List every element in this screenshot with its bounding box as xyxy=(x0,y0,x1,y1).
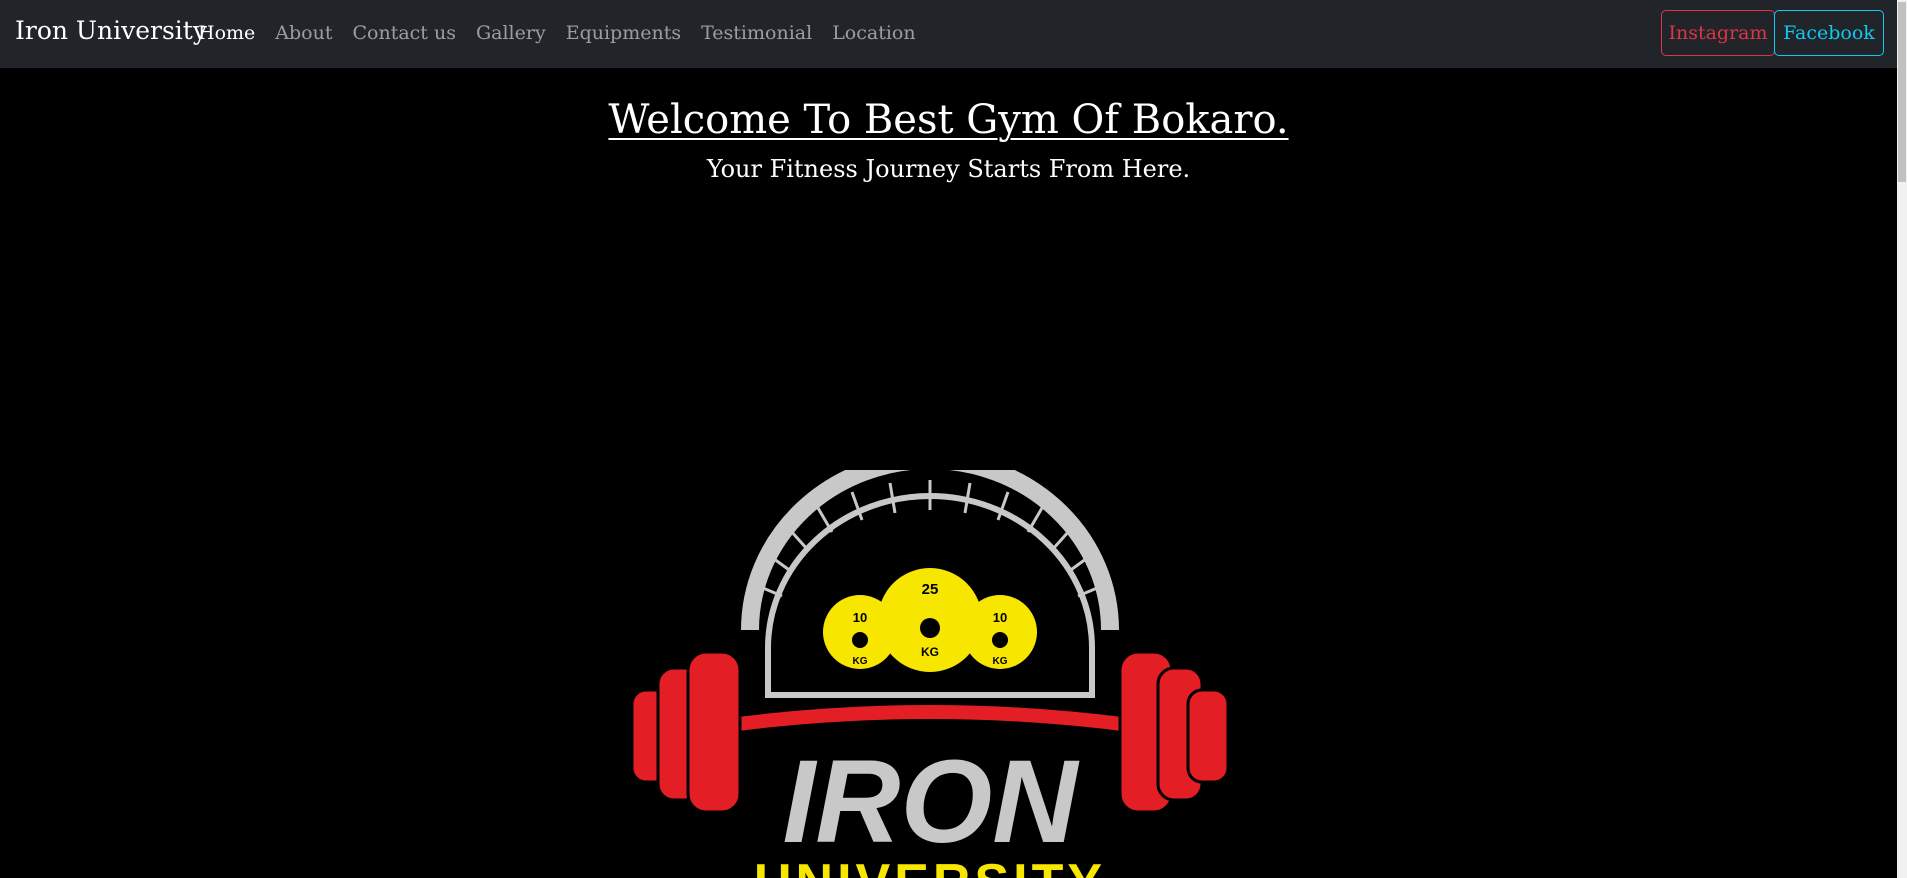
gym-logo-graphic: 10 25 10 KG KG KG IRON UNIVERSITY xyxy=(630,470,1230,878)
nav-link-gallery[interactable]: Gallery xyxy=(476,22,546,44)
nav-link-location[interactable]: Location xyxy=(832,22,915,44)
page-scrollbar[interactable] xyxy=(1897,0,1907,878)
nav-link-about[interactable]: About xyxy=(275,22,332,44)
instagram-button[interactable]: Instagram xyxy=(1661,10,1775,56)
plate-center-label: 25 xyxy=(922,581,939,598)
plate-left-unit: KG xyxy=(853,656,868,667)
logo-word-university: UNIVERSITY xyxy=(754,854,1106,878)
facebook-button[interactable]: Facebook xyxy=(1774,10,1884,56)
nav-link-equipments[interactable]: Equipments xyxy=(566,22,681,44)
barbell-left-plates xyxy=(630,650,742,814)
barbell-bar xyxy=(730,705,1130,732)
nav-link-home[interactable]: Home xyxy=(198,22,255,44)
plate-right-label: 10 xyxy=(993,610,1007,625)
nav-links: Home About Contact us Gallery Equipments… xyxy=(198,22,936,44)
hero-title: Welcome To Best Gym Of Bokaro. xyxy=(608,97,1289,143)
scrollbar-thumb[interactable] xyxy=(1898,2,1906,182)
plate-left-label: 10 xyxy=(853,610,867,625)
plate-right-unit: KG xyxy=(993,656,1008,667)
brand-link[interactable]: Iron University xyxy=(15,16,207,45)
nav-link-testimonial[interactable]: Testimonial xyxy=(701,22,812,44)
gym-logo: 10 25 10 KG KG KG IRON UNIVERSITY xyxy=(610,470,1250,878)
plate-center-unit: KG xyxy=(921,645,939,659)
nav-link-contact[interactable]: Contact us xyxy=(352,22,455,44)
barbell-right-plates xyxy=(1118,650,1230,814)
logo-word-iron: IRON xyxy=(783,736,1081,868)
top-navbar: Iron University Home About Contact us Ga… xyxy=(0,0,1897,68)
hero-subtitle: Your Fitness Journey Starts From Here. xyxy=(706,155,1191,183)
